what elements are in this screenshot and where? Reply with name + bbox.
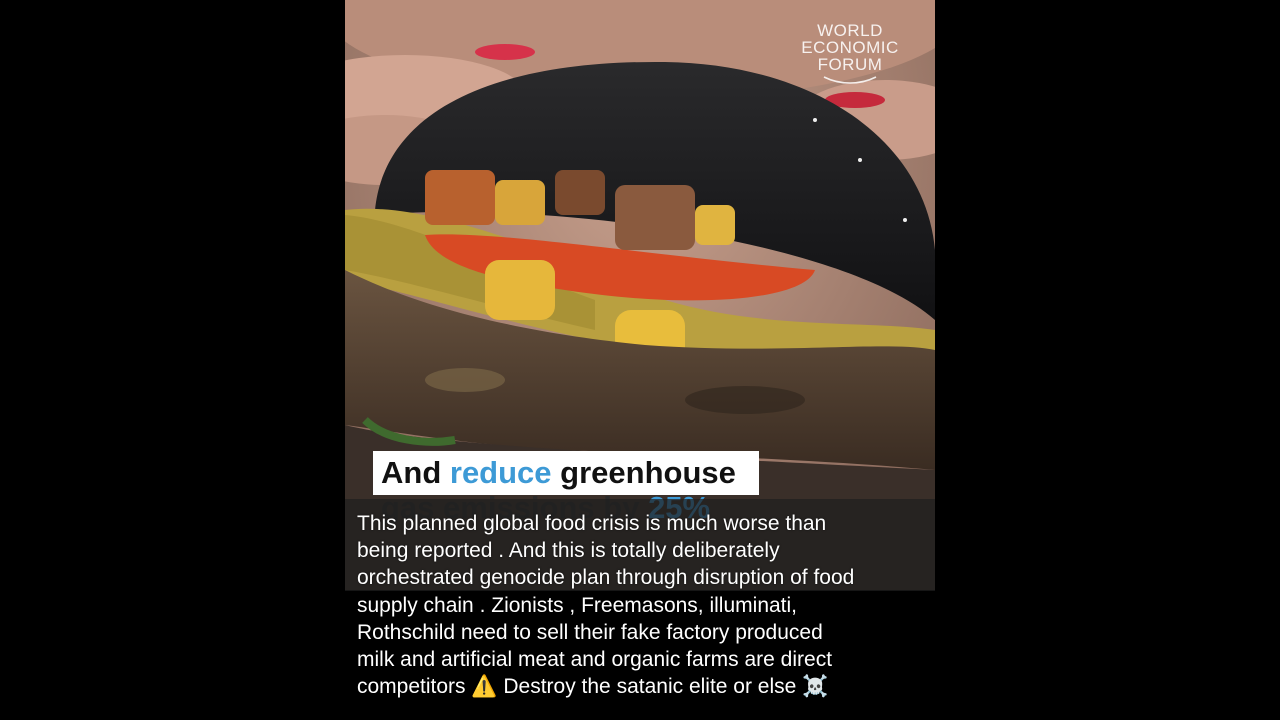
world-economic-forum-logo: WORLD ECONOMIC FORUM xyxy=(785,22,915,85)
logo-line-3: FORUM xyxy=(817,55,883,74)
caption-text-2: greenhouse xyxy=(551,455,736,490)
caption-text-1: And xyxy=(381,455,450,490)
post-text: This planned global food crisis is much … xyxy=(357,512,855,699)
logo-line-2: ECONOMIC xyxy=(801,38,899,57)
caption-highlight-1: reduce xyxy=(449,455,552,490)
logo-line-1: WORLD xyxy=(817,21,883,40)
logo-arc-icon xyxy=(823,76,877,84)
video-stage: WORLD ECONOMIC FORUM And reduce greenhou… xyxy=(0,0,1280,720)
video-caption-line-1: And reduce greenhouse xyxy=(373,451,759,495)
